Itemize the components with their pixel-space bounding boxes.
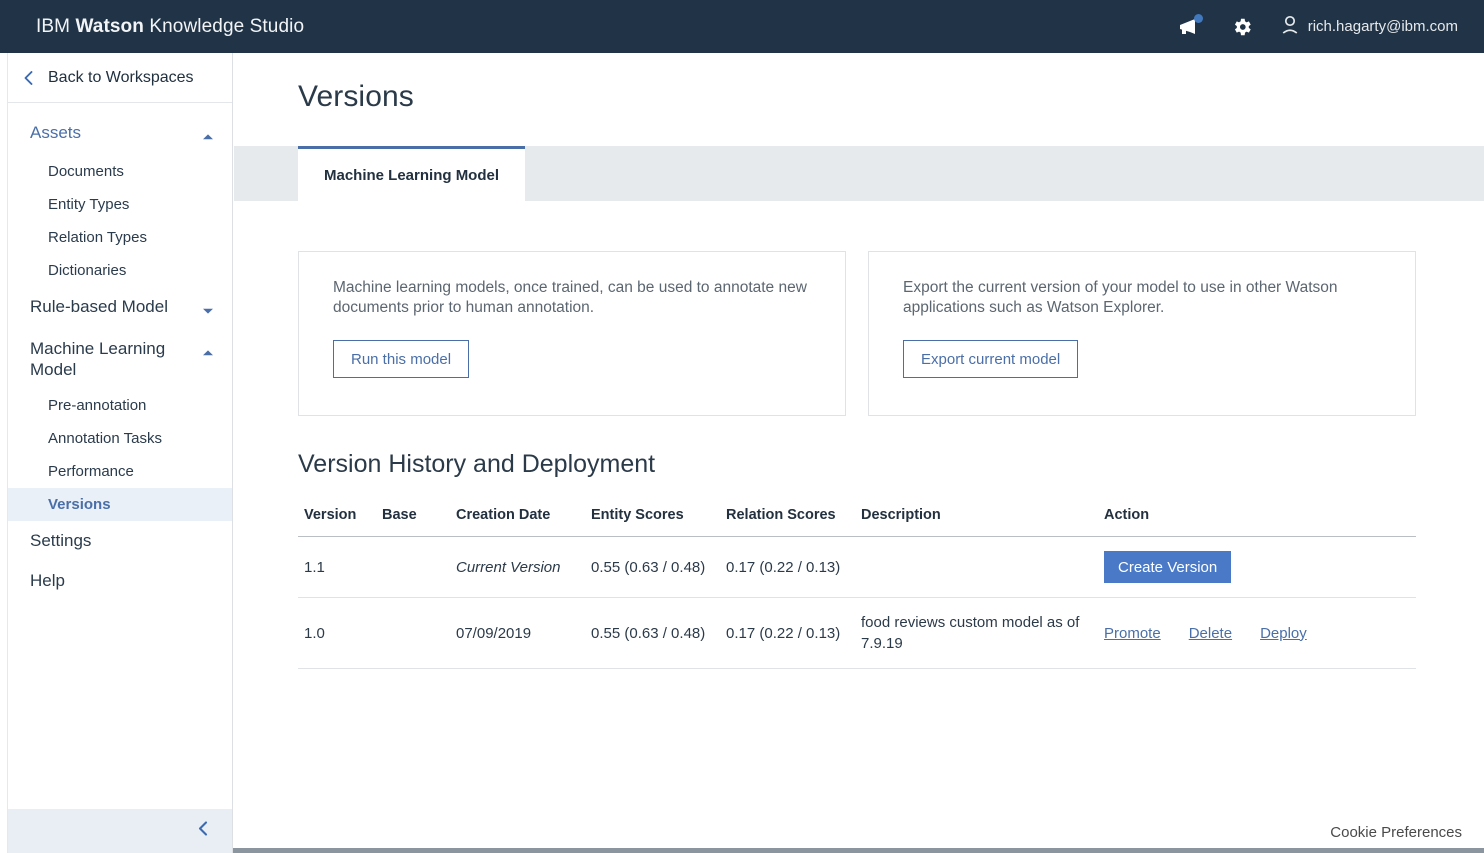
brand-suffix: Knowledge Studio — [143, 15, 305, 37]
sidebar-group-label: Assets — [30, 123, 82, 142]
main-content: Versions Machine Learning Model Machine … — [234, 53, 1484, 853]
sidebar-item-entity-types[interactable]: Entity Types — [8, 188, 232, 221]
cell-version: 1.0 — [298, 597, 376, 669]
sidebar-item-label: Documents — [48, 163, 124, 180]
sidebar-item-relation-types[interactable]: Relation Types — [8, 221, 232, 254]
user-email: rich.hagarty@ibm.com — [1307, 18, 1458, 35]
column-header-description: Description — [855, 507, 1098, 537]
chevron-left-icon — [196, 820, 210, 842]
app-brand: IBM Watson Knowledge Studio — [36, 16, 304, 38]
left-edge-gutter — [0, 53, 8, 853]
table-row: 1.1 Current Version 0.55 (0.63 / 0.48) 0… — [298, 536, 1416, 598]
sidebar-item-versions[interactable]: Versions — [8, 488, 232, 521]
sidebar-item-performance[interactable]: Performance — [8, 455, 232, 488]
cell-description: food reviews custom model as of 7.9.19 — [855, 597, 1098, 669]
column-header-action: Action — [1098, 507, 1416, 537]
sidebar-item-label: Entity Types — [48, 196, 130, 213]
sidebar-item-label: Help — [30, 571, 65, 590]
content-area: Machine learning models, once trained, c… — [234, 201, 1484, 853]
deploy-link[interactable]: Deploy — [1260, 623, 1307, 644]
sidebar-item-dictionaries[interactable]: Dictionaries — [8, 254, 232, 287]
version-history-table: Version Base Creation Date Entity Scores… — [298, 507, 1416, 669]
column-header-relation-scores: Relation Scores — [720, 507, 855, 537]
column-header-entity-scores: Entity Scores — [585, 507, 720, 537]
cell-action: Create Version — [1098, 536, 1416, 598]
sidebar-nav: Assets Documents Entity Types Relation T… — [8, 103, 232, 809]
tab-machine-learning-model[interactable]: Machine Learning Model — [298, 146, 526, 201]
column-header-base: Base — [376, 507, 450, 537]
cell-relation-scores: 0.17 (0.22 / 0.13) — [720, 597, 855, 669]
chevron-left-icon — [22, 70, 42, 86]
cell-entity-scores: 0.55 (0.63 / 0.48) — [585, 597, 720, 669]
megaphone-icon[interactable] — [1177, 13, 1203, 40]
sidebar-item-label: Relation Types — [48, 229, 147, 246]
promote-link[interactable]: Promote — [1104, 623, 1161, 644]
run-this-model-button[interactable]: Run this model — [333, 340, 470, 378]
cell-version: 1.1 — [298, 536, 376, 598]
column-header-version: Version — [298, 507, 376, 537]
sidebar-collapse-button[interactable] — [8, 809, 232, 853]
export-model-card: Export the current version of your model… — [868, 251, 1416, 416]
sidebar-item-documents[interactable]: Documents — [8, 155, 232, 188]
sidebar-item-settings[interactable]: Settings — [8, 521, 232, 561]
column-header-creation-date: Creation Date — [450, 507, 585, 537]
sidebar-item-annotation-tasks[interactable]: Annotation Tasks — [8, 422, 232, 455]
cookie-preferences-link[interactable]: Cookie Preferences — [1330, 824, 1462, 841]
delete-link[interactable]: Delete — [1189, 623, 1232, 644]
sidebar-group-rule-based-model[interactable]: Rule-based Model — [8, 287, 232, 329]
section-title-version-history: Version History and Deployment — [298, 450, 656, 478]
cell-description — [855, 536, 1098, 598]
gear-icon[interactable] — [1229, 14, 1255, 40]
brand-strong: Watson — [75, 15, 144, 37]
page-title: Versions — [298, 80, 414, 113]
sidebar-group-label: Rule-based Model — [30, 297, 168, 316]
sidebar-item-label: Versions — [48, 496, 111, 513]
back-to-workspaces-button[interactable]: Back to Workspaces — [8, 53, 232, 103]
sidebar-item-label: Annotation Tasks — [48, 430, 162, 447]
app-header: IBM Watson Knowledge Studio rich.hagarty… — [0, 0, 1484, 53]
sidebar: Back to Workspaces Assets Documents Enti… — [8, 53, 233, 853]
user-avatar-icon — [1281, 15, 1299, 39]
sidebar-group-machine-learning-model[interactable]: Machine Learning Model — [8, 329, 232, 389]
sidebar-group-label: Machine Learning Model — [30, 339, 166, 379]
caret-up-icon — [202, 344, 214, 362]
header-actions: rich.hagarty@ibm.com — [1177, 13, 1466, 40]
tab-label: Machine Learning Model — [324, 166, 500, 184]
cell-entity-scores: 0.55 (0.63 / 0.48) — [585, 536, 720, 598]
notification-badge-dot — [1193, 13, 1203, 23]
card-row: Machine learning models, once trained, c… — [298, 251, 1416, 416]
export-current-model-button[interactable]: Export current model — [903, 340, 1079, 378]
brand-prefix: IBM — [36, 15, 76, 37]
sidebar-group-assets[interactable]: Assets — [8, 113, 232, 155]
cell-base — [376, 536, 450, 598]
run-model-description: Machine learning models, once trained, c… — [333, 279, 807, 316]
sidebar-item-label: Settings — [30, 531, 92, 550]
run-model-card: Machine learning models, once trained, c… — [298, 251, 846, 416]
cell-action: Promote Delete Deploy — [1098, 597, 1416, 669]
tab-bar: Machine Learning Model — [234, 146, 1484, 201]
cell-base — [376, 597, 450, 669]
sidebar-item-label: Dictionaries — [48, 262, 127, 279]
cell-creation-date: Current Version — [450, 536, 585, 598]
table-header-row: Version Base Creation Date Entity Scores… — [298, 507, 1416, 537]
sidebar-item-label: Performance — [48, 463, 134, 480]
sidebar-item-label: Pre-annotation — [48, 397, 147, 414]
user-menu[interactable]: rich.hagarty@ibm.com — [1281, 15, 1458, 39]
sidebar-item-help[interactable]: Help — [8, 561, 232, 601]
table-row: 1.0 07/09/2019 0.55 (0.63 / 0.48) 0.17 (… — [298, 597, 1416, 669]
row-action-links: Promote Delete Deploy — [1104, 623, 1408, 644]
sidebar-item-pre-annotation[interactable]: Pre-annotation — [8, 389, 232, 422]
cell-relation-scores: 0.17 (0.22 / 0.13) — [720, 536, 855, 598]
create-version-button[interactable]: Create Version — [1104, 551, 1232, 583]
caret-down-icon — [202, 302, 214, 320]
cell-creation-date: 07/09/2019 — [450, 597, 585, 669]
export-model-description: Export the current version of your model… — [903, 279, 1338, 316]
caret-up-icon — [202, 128, 214, 146]
back-to-workspaces-label: Back to Workspaces — [48, 68, 194, 86]
